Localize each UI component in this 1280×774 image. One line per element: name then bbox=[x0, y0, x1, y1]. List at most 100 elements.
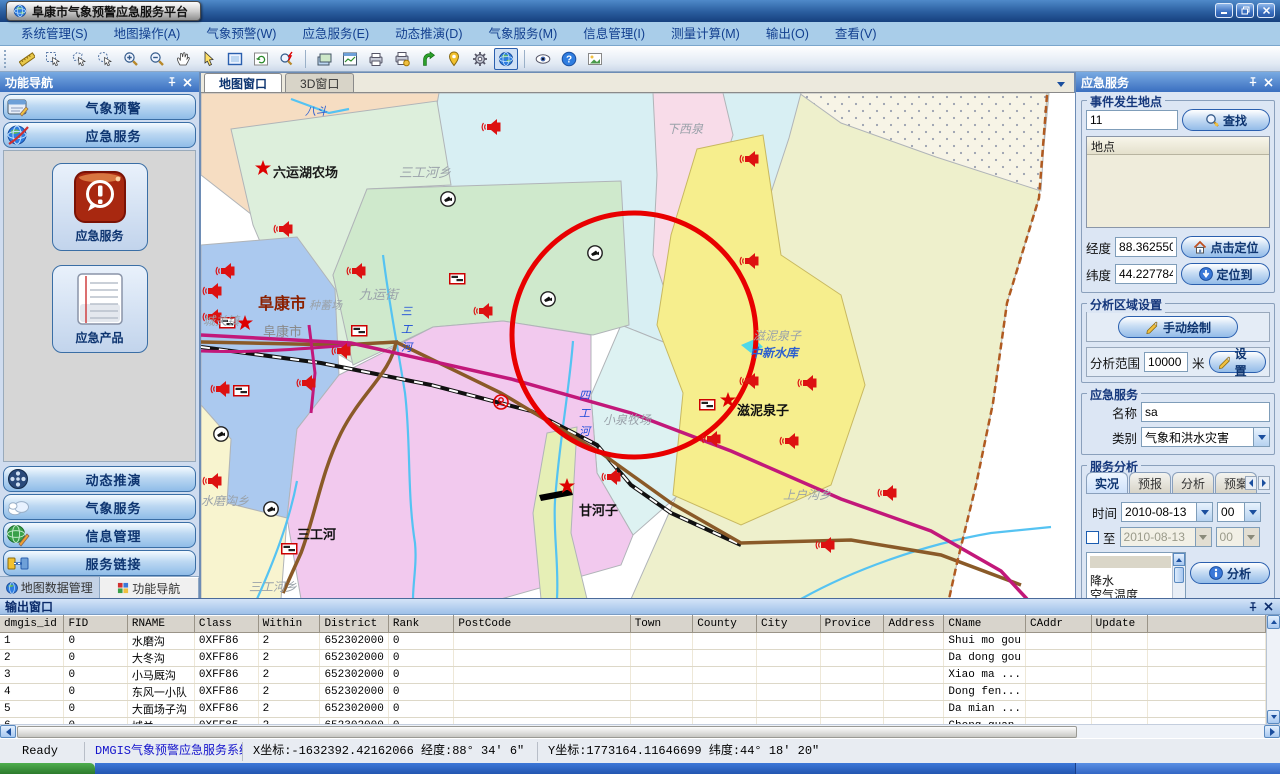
toolbar-select-free-button[interactable] bbox=[93, 48, 117, 70]
table-row[interactable]: 20大冬沟0XFF8626523020000Da dong gou bbox=[0, 650, 1266, 667]
toolbar-layers-button[interactable] bbox=[312, 48, 336, 70]
column-header-Provice[interactable]: Provice bbox=[820, 616, 884, 633]
tab-scroll-right-icon[interactable] bbox=[1258, 476, 1270, 490]
to-date-checkbox[interactable] bbox=[1086, 531, 1099, 544]
toolbar-pointer-button[interactable] bbox=[197, 48, 221, 70]
tab-3d-view[interactable]: 3D窗口 bbox=[285, 73, 354, 92]
column-header-Town[interactable]: Town bbox=[630, 616, 693, 633]
menu-emergency-service[interactable]: 应急服务(E) bbox=[289, 22, 382, 46]
tab-forecast[interactable]: 预报 bbox=[1129, 472, 1171, 493]
tab-function-nav[interactable]: 功能导航 bbox=[100, 577, 200, 598]
output-vertical-scrollbar[interactable] bbox=[1266, 615, 1280, 724]
place-list[interactable]: 地点 bbox=[1086, 136, 1270, 228]
column-header-Update[interactable]: Update bbox=[1091, 616, 1147, 633]
emergency-product-button[interactable]: 应急产品 bbox=[52, 265, 148, 353]
toolbar-pan-button[interactable] bbox=[171, 48, 195, 70]
service-type-select[interactable]: 气象和洪水灾害 bbox=[1141, 427, 1270, 447]
sidebar-item-info-management[interactable]: 信息管理 bbox=[3, 522, 196, 548]
menu-dynamic-deduction[interactable]: 动态推演(D) bbox=[382, 22, 475, 46]
scroll-left-icon[interactable] bbox=[0, 725, 16, 738]
close-icon[interactable] bbox=[181, 76, 194, 89]
list-item[interactable]: 降水 bbox=[1087, 574, 1185, 588]
column-header-CAddr[interactable]: CAddr bbox=[1026, 616, 1092, 633]
scrollbar-thumb[interactable] bbox=[1174, 567, 1184, 583]
column-header-County[interactable]: County bbox=[693, 616, 757, 633]
close-icon[interactable] bbox=[1262, 600, 1275, 613]
toolbar-export-image-button[interactable] bbox=[583, 48, 607, 70]
latitude-field[interactable] bbox=[1115, 264, 1177, 284]
column-header-Within[interactable]: Within bbox=[258, 616, 320, 633]
sidebar-item-weather-warning[interactable]: 气象预警 bbox=[3, 94, 196, 120]
menu-measure-calc[interactable]: 测量计算(M) bbox=[658, 22, 753, 46]
layer-list-scrollbar[interactable] bbox=[1172, 553, 1185, 598]
toolbar-select-poly-button[interactable] bbox=[67, 48, 91, 70]
emergency-service-button[interactable]: 应急服务 bbox=[52, 163, 148, 251]
toolbar-service-globe-button[interactable] bbox=[494, 48, 518, 70]
output-horizontal-scrollbar[interactable] bbox=[0, 724, 1280, 738]
menu-weather-warning[interactable]: 气象预警(W) bbox=[193, 22, 289, 46]
menu-system[interactable]: 系统管理(S) bbox=[8, 22, 101, 46]
table-row[interactable]: 50大面场子沟0XFF8626523020000Da mian ... bbox=[0, 701, 1266, 718]
scroll-right-icon[interactable] bbox=[1264, 725, 1280, 738]
menu-map-ops[interactable]: 地图操作(A) bbox=[101, 22, 194, 46]
column-header-City[interactable]: City bbox=[757, 616, 821, 633]
sidebar-item-weather-service[interactable]: 气象服务 bbox=[3, 494, 196, 520]
tab-map-data-management[interactable]: 地图数据管理 bbox=[0, 577, 100, 598]
menu-info-management[interactable]: 信息管理(I) bbox=[570, 22, 658, 46]
sidebar-item-dynamic-deduction[interactable]: 动态推演 bbox=[3, 466, 196, 492]
service-name-field[interactable] bbox=[1141, 402, 1270, 422]
sidebar-item-service-links[interactable]: 服务链接 bbox=[3, 550, 196, 576]
scroll-up-icon[interactable] bbox=[1267, 615, 1280, 629]
analyze-button[interactable]: 分析 bbox=[1190, 562, 1270, 584]
toolbar-zoom-in-button[interactable] bbox=[119, 48, 143, 70]
map-canvas[interactable]: 六运湖农场 三工河乡 下西泉 九运街 阜康市 种蓄场 阜康市 城关镇 滋泥泉子 … bbox=[201, 93, 1074, 597]
toolbar-measure-button[interactable] bbox=[15, 48, 39, 70]
menu-weather-service[interactable]: 气象服务(M) bbox=[476, 22, 571, 46]
column-header-FID[interactable]: FID bbox=[64, 616, 127, 633]
toolbar-zoom-out-button[interactable] bbox=[145, 48, 169, 70]
find-button[interactable]: 查找 bbox=[1182, 109, 1270, 131]
toolbar-nav-arrow-button[interactable] bbox=[416, 48, 440, 70]
toolbar-print-preview-button[interactable] bbox=[390, 48, 414, 70]
tab-map-view[interactable]: 地图窗口 bbox=[204, 73, 282, 92]
scrollbar-thumb[interactable] bbox=[17, 726, 1077, 738]
close-button[interactable] bbox=[1257, 3, 1275, 18]
toolbar-identify-button[interactable] bbox=[275, 48, 299, 70]
column-header-Address[interactable]: Address bbox=[884, 616, 944, 633]
toolbar-select-rect-button[interactable] bbox=[41, 48, 65, 70]
map-tab-dropdown-icon[interactable] bbox=[1054, 77, 1068, 90]
close-icon[interactable] bbox=[1262, 76, 1275, 89]
minimize-button[interactable] bbox=[1215, 3, 1233, 18]
location-search-input[interactable] bbox=[1086, 110, 1178, 130]
menu-view[interactable]: 查看(V) bbox=[822, 22, 890, 46]
toolbar-refresh-button[interactable] bbox=[249, 48, 273, 70]
column-header-Rank[interactable]: Rank bbox=[388, 616, 454, 633]
scroll-up-icon[interactable] bbox=[1173, 553, 1185, 566]
column-header-RNAME[interactable]: RNAME bbox=[127, 616, 194, 633]
column-header-CName[interactable]: CName bbox=[944, 616, 1026, 633]
toolbar-help-button[interactable] bbox=[557, 48, 581, 70]
layer-list[interactable]: 降水 空气温度 bbox=[1086, 552, 1186, 598]
table-row[interactable]: 10水磨沟0XFF8626523020000Shui mo gou bbox=[0, 633, 1266, 650]
toolbar-print-button[interactable] bbox=[364, 48, 388, 70]
menu-output[interactable]: 输出(O) bbox=[753, 22, 822, 46]
list-item[interactable]: 空气温度 bbox=[1087, 588, 1185, 598]
locate-to-button[interactable]: 定位到 bbox=[1181, 263, 1270, 285]
tab-analysis[interactable]: 分析 bbox=[1172, 472, 1214, 493]
toolbar-full-extent-button[interactable] bbox=[223, 48, 247, 70]
column-header-Class[interactable]: Class bbox=[194, 616, 258, 633]
toolbar-place-pin-button[interactable] bbox=[442, 48, 466, 70]
pin-icon[interactable] bbox=[1246, 76, 1259, 89]
toolbar-map-window-button[interactable] bbox=[338, 48, 362, 70]
table-row[interactable]: 30小马厩沟0XFF8626523020000Xiao ma ... bbox=[0, 667, 1266, 684]
longitude-field[interactable] bbox=[1115, 237, 1177, 257]
place-column-header[interactable]: 地点 bbox=[1087, 137, 1269, 155]
restore-button[interactable] bbox=[1236, 3, 1254, 18]
toolbar-settings-button[interactable] bbox=[468, 48, 492, 70]
table-row[interactable]: 40东风一小队0XFF8626523020000Dong fen... bbox=[0, 684, 1266, 701]
chevron-down-icon[interactable] bbox=[1196, 503, 1212, 521]
manual-draw-button[interactable]: 手动绘制 bbox=[1118, 316, 1238, 338]
analysis-range-input[interactable] bbox=[1144, 352, 1188, 372]
pin-icon[interactable] bbox=[1246, 600, 1259, 613]
sidebar-item-emergency-service[interactable]: 应急服务 bbox=[3, 122, 196, 148]
